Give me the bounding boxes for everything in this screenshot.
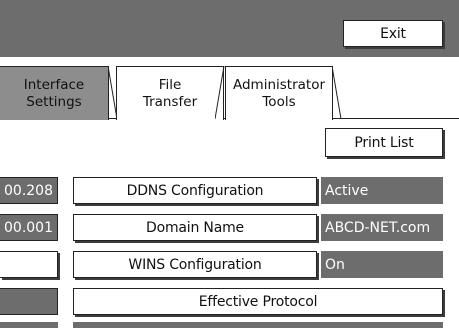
bottom-panel-partial xyxy=(0,322,58,328)
tab-label-line2: Tools xyxy=(262,93,296,110)
tab-label-line1: File xyxy=(158,76,182,93)
domain-name-value: ABCD-NET.com xyxy=(321,214,443,241)
ip-address-value-partial: 00.208 xyxy=(0,177,58,204)
tab-administrator-tools[interactable]: Administrator Tools xyxy=(225,66,333,120)
tab-label-line1: Administrator xyxy=(232,76,326,93)
left-setting-button-partial[interactable] xyxy=(0,251,58,278)
tab-file-transfer[interactable]: File Transfer xyxy=(116,66,224,120)
print-list-button[interactable]: Print List xyxy=(325,128,443,157)
subnet-value-partial: 00.001 xyxy=(0,214,58,241)
ddns-configuration-value: Active xyxy=(321,177,443,204)
wins-configuration-button[interactable]: WINS Configuration xyxy=(73,251,317,278)
tab-label-line1: Interface xyxy=(23,76,85,93)
effective-protocol-button[interactable]: Effective Protocol xyxy=(73,288,443,315)
left-setting-panel-partial xyxy=(0,288,58,315)
tab-slant-divider xyxy=(332,66,342,119)
bottom-panel-partial xyxy=(73,322,443,328)
tab-slant-divider xyxy=(215,66,225,119)
ddns-configuration-button[interactable]: DDNS Configuration xyxy=(73,177,317,204)
domain-name-button[interactable]: Domain Name xyxy=(73,214,317,241)
tab-interface-settings[interactable]: Interface Settings xyxy=(0,66,109,120)
wins-configuration-value: On xyxy=(321,251,443,278)
exit-button[interactable]: Exit xyxy=(343,20,443,47)
tab-label-line2: Transfer xyxy=(142,93,198,110)
tab-label-line2: Settings xyxy=(26,93,82,110)
